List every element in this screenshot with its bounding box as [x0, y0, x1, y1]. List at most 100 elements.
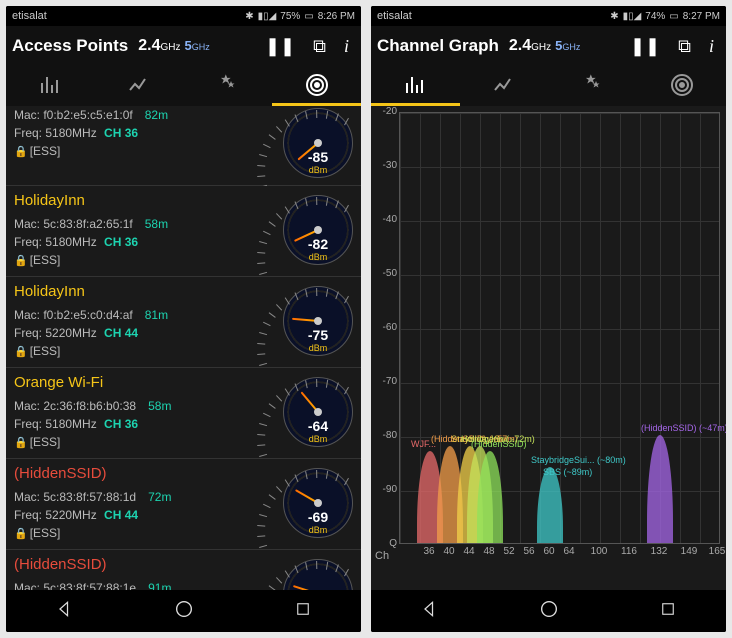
- pause-button[interactable]: ❚❚: [624, 36, 666, 57]
- signal-gauge: -72 dBm: [283, 559, 355, 590]
- gauge-value: -75: [284, 327, 352, 343]
- y-tick: -70: [373, 376, 397, 387]
- x-tick: 64: [563, 546, 574, 557]
- access-point-row[interactable]: HolidayInn Mac: f0:b2:e5:c0:d4:af81m Fre…: [6, 277, 361, 368]
- tab-ap-list[interactable]: [637, 66, 726, 106]
- tab-bar-chart[interactable]: [371, 66, 460, 106]
- phone-channel-graph: etisalat ✱ ▮▯◢ 74% ▭ 8:27 PM Channel Gra…: [371, 6, 726, 632]
- screen-title: Channel Graph: [377, 36, 499, 56]
- access-point-row[interactable]: Mac: f0:b2:e5:c5:e1:0f82m Freq: 5180MHz …: [6, 106, 361, 186]
- signal-gauge: -75 dBm: [283, 286, 355, 358]
- ap-mac: Mac: 5c:83:8f:57:88:1d: [14, 490, 136, 504]
- ap-distance: 58m: [145, 217, 168, 231]
- home-button[interactable]: [173, 598, 195, 625]
- android-navbar: [6, 590, 361, 632]
- ap-info: (HiddenSSID) Mac: 5c:83:8f:57:88:1e91m F…: [14, 554, 283, 590]
- tab-rating[interactable]: [549, 66, 638, 106]
- y-tick: -20: [373, 106, 397, 117]
- ap-security: [ESS]: [30, 435, 61, 449]
- x-tick: 165: [709, 546, 726, 557]
- ap-channel: CH 44: [104, 326, 138, 340]
- gauge-unit: dBm: [284, 252, 352, 262]
- ap-channel: CH 36: [104, 417, 138, 431]
- signal-icon: ▮▯◢: [258, 11, 277, 22]
- band-5[interactable]: 5GHz: [184, 38, 209, 53]
- tab-time-graph[interactable]: [95, 66, 184, 106]
- ap-channel: CH 36: [104, 126, 138, 140]
- tab-ap-list[interactable]: [272, 66, 361, 106]
- home-button[interactable]: [538, 598, 560, 625]
- info-button[interactable]: i: [703, 36, 720, 57]
- x-tick: 52: [503, 546, 514, 557]
- band-2p4[interactable]: 2.4GHz: [509, 37, 551, 55]
- gauge-value: -82: [284, 236, 352, 252]
- ap-freq: Freq: 5220MHz: [14, 326, 97, 340]
- back-button[interactable]: [420, 599, 440, 624]
- peak-label: (HiddenSSID): [471, 439, 527, 449]
- lock-icon: 🔒: [14, 146, 28, 158]
- phone-access-points: etisalat ✱ ▮▯◢ 75% ▭ 8:26 PM Access Poin…: [6, 6, 361, 632]
- ap-distance: 91m: [148, 581, 171, 591]
- ap-ssid: HolidayInn: [14, 281, 283, 304]
- ap-info: Mac: f0:b2:e5:c5:e1:0f82m Freq: 5180MHz …: [14, 106, 283, 181]
- info-button[interactable]: i: [338, 36, 355, 57]
- x-tick: 60: [543, 546, 554, 557]
- band-selector[interactable]: 2.4GHz 5GHz: [509, 37, 580, 55]
- gauge-value: -64: [284, 418, 352, 434]
- export-button[interactable]: ⧉: [672, 36, 697, 57]
- y-tick: Q: [373, 538, 397, 549]
- ap-mac: Mac: 5c:83:8f:57:88:1e: [14, 581, 136, 591]
- access-point-row[interactable]: (HiddenSSID) Mac: 5c:83:8f:57:88:1d72m F…: [6, 459, 361, 550]
- access-point-row[interactable]: Orange Wi-Fi Mac: 2c:36:f8:b6:b0:3858m F…: [6, 368, 361, 459]
- y-tick: -60: [373, 322, 397, 333]
- access-point-list[interactable]: Mac: f0:b2:e5:c5:e1:0f82m Freq: 5180MHz …: [6, 106, 361, 590]
- battery-icon: ▭: [669, 11, 678, 22]
- ap-security: [ESS]: [30, 144, 61, 158]
- ap-distance: 72m: [148, 490, 171, 504]
- ap-ssid: HolidayInn: [14, 190, 283, 213]
- status-bar: etisalat ✱ ▮▯◢ 75% ▭ 8:26 PM: [6, 6, 361, 26]
- ap-distance: 58m: [148, 399, 171, 413]
- tab-rating[interactable]: [184, 66, 273, 106]
- x-tick: 44: [463, 546, 474, 557]
- band-5[interactable]: 5GHz: [555, 38, 580, 53]
- ap-ssid: (HiddenSSID): [14, 554, 283, 577]
- signal-gauge: -85 dBm: [283, 108, 355, 180]
- band-selector[interactable]: 2.4GHz 5GHz: [138, 37, 209, 55]
- ap-freq: Freq: 5220MHz: [14, 508, 97, 522]
- lock-icon: 🔒: [14, 437, 28, 449]
- ap-ssid: Orange Wi-Fi: [14, 372, 283, 395]
- tab-time-graph[interactable]: [460, 66, 549, 106]
- channel-chart[interactable]: WJF...(HiddenSSID) (~57m)StaybridgeSui..…: [371, 106, 726, 590]
- view-tabs: [6, 66, 361, 106]
- y-tick: -40: [373, 214, 397, 225]
- peak-label: (HiddenSSID) (~47m): [641, 423, 726, 433]
- recents-button[interactable]: [294, 600, 312, 623]
- band-2p4[interactable]: 2.4GHz: [138, 37, 180, 55]
- gauge-value: -69: [284, 509, 352, 525]
- export-button[interactable]: ⧉: [307, 36, 332, 57]
- ap-info: HolidayInn Mac: 5c:83:8f:a2:65:1f58m Fre…: [14, 190, 283, 272]
- y-tick: -90: [373, 484, 397, 495]
- recents-button[interactable]: [659, 600, 677, 623]
- back-button[interactable]: [55, 599, 75, 624]
- access-point-row[interactable]: HolidayInn Mac: 5c:83:8f:a2:65:1f58m Fre…: [6, 186, 361, 277]
- gauge-unit: dBm: [284, 525, 352, 535]
- signal-peak: [537, 467, 563, 543]
- tab-bar-chart[interactable]: [6, 66, 95, 106]
- x-axis: 3640444852566064100116132149165: [399, 546, 720, 562]
- x-tick: 40: [443, 546, 454, 557]
- peak-label: StaybridgeSui... (~80m): [531, 455, 626, 465]
- ap-info: (HiddenSSID) Mac: 5c:83:8f:57:88:1d72m F…: [14, 463, 283, 545]
- ap-freq: Freq: 5180MHz: [14, 235, 97, 249]
- ap-freq: Freq: 5180MHz: [14, 126, 97, 140]
- status-bar: etisalat ✱ ▮▯◢ 74% ▭ 8:27 PM: [371, 6, 726, 26]
- bluetooth-icon: ✱: [245, 11, 253, 22]
- lock-icon: 🔒: [14, 528, 28, 540]
- battery-pct: 75%: [280, 11, 300, 22]
- access-point-row[interactable]: (HiddenSSID) Mac: 5c:83:8f:57:88:1e91m F…: [6, 550, 361, 590]
- peak-label: SBS (~89m): [543, 467, 592, 477]
- gauge-value: -85: [284, 149, 352, 165]
- pause-button[interactable]: ❚❚: [259, 36, 301, 57]
- lock-icon: 🔒: [14, 255, 28, 267]
